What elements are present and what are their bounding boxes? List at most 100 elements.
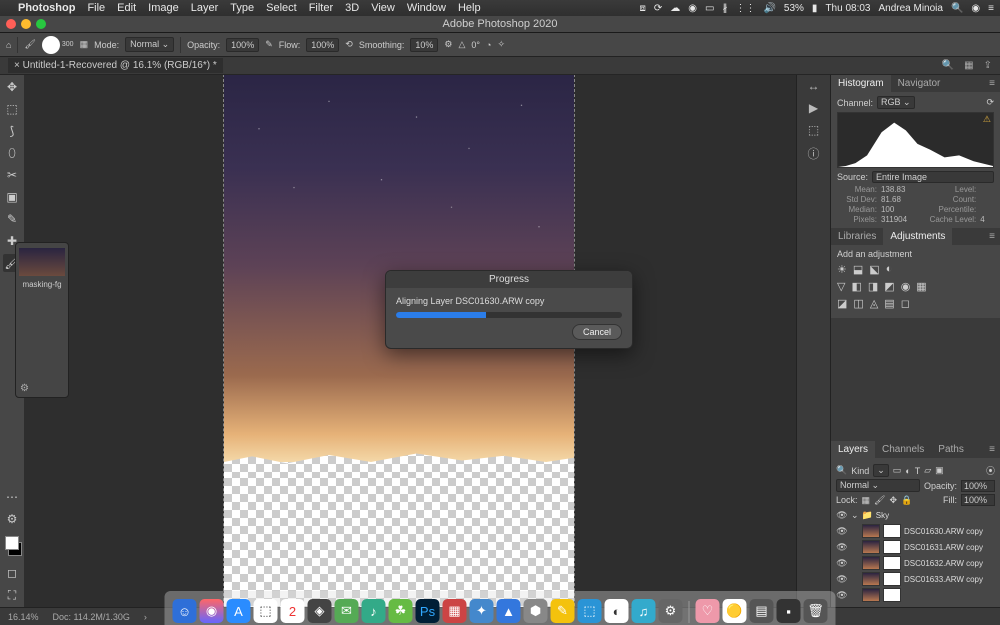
move-tool[interactable]: ✥ bbox=[3, 78, 21, 96]
siri-icon[interactable]: ◉ bbox=[971, 3, 980, 14]
adj-posterize-icon[interactable]: ◫ bbox=[853, 297, 863, 310]
dock-app-3[interactable]: ✉ bbox=[335, 599, 359, 623]
dock-safari[interactable]: ✦ bbox=[470, 599, 494, 623]
menu-edit[interactable]: Edit bbox=[117, 2, 136, 14]
menu-file[interactable]: File bbox=[87, 2, 105, 14]
workspaces-icon[interactable]: ▦ bbox=[964, 60, 973, 71]
layer-opacity-input[interactable] bbox=[961, 480, 995, 492]
dock-calendar[interactable]: 2 bbox=[281, 599, 305, 623]
eyedropper-tool[interactable]: ✎ bbox=[3, 210, 21, 228]
dock-appstore[interactable]: A bbox=[227, 599, 251, 623]
histogram-menu-icon[interactable]: ≡ bbox=[984, 75, 1000, 92]
adj-selective-icon[interactable]: ◻ bbox=[901, 297, 910, 310]
angle-value[interactable]: 0° bbox=[471, 40, 480, 50]
user-name[interactable]: Andrea Minoia bbox=[878, 3, 942, 14]
adj-curves-icon[interactable]: ⬕ bbox=[869, 263, 879, 276]
filter-shape-icon[interactable]: ▱ bbox=[924, 465, 931, 476]
display-icon[interactable]: ▭ bbox=[705, 3, 714, 14]
flow-input[interactable]: 100% bbox=[306, 38, 339, 52]
menu-view[interactable]: View bbox=[371, 2, 395, 14]
lock-paint-icon[interactable]: 🖌 bbox=[874, 495, 885, 506]
fill-input[interactable] bbox=[961, 494, 995, 506]
lock-trans-icon[interactable]: ▦ bbox=[862, 495, 871, 506]
adj-hue-icon[interactable]: ◧ bbox=[851, 280, 861, 293]
opacity-input[interactable]: 100% bbox=[226, 38, 259, 52]
source-select[interactable]: Entire Image bbox=[872, 171, 994, 183]
selection-tool[interactable]: ⬯ bbox=[3, 144, 21, 162]
tab-navigator[interactable]: Navigator bbox=[891, 75, 948, 92]
brush-panel-icon[interactable]: ▦ bbox=[80, 39, 89, 50]
camera-icon[interactable]: ◉ bbox=[688, 3, 697, 14]
layer-item[interactable]: 👁 DSC01632.ARW copy bbox=[836, 555, 995, 571]
visibility-toggle[interactable]: 👁 bbox=[836, 558, 848, 569]
lasso-tool[interactable]: ⟆ bbox=[3, 122, 21, 140]
minimize-button[interactable] bbox=[21, 19, 31, 29]
menu-help[interactable]: Help bbox=[458, 2, 481, 14]
dock-photoshop[interactable]: Ps bbox=[416, 599, 440, 623]
menu-type[interactable]: Type bbox=[230, 2, 254, 14]
dock-app-6[interactable]: ▦ bbox=[443, 599, 467, 623]
dock-app-13[interactable]: ▤ bbox=[750, 599, 774, 623]
panel-gear-icon[interactable]: ⚙ bbox=[20, 383, 29, 394]
tab-adjustments[interactable]: Adjustments bbox=[883, 228, 952, 245]
doc-chevron-icon[interactable]: › bbox=[144, 612, 147, 622]
menu-filter[interactable]: Filter bbox=[309, 2, 333, 14]
frame-tool[interactable]: ▣ bbox=[3, 188, 21, 206]
dock-app-12[interactable]: ♡ bbox=[696, 599, 720, 623]
home-icon[interactable]: ⌂ bbox=[6, 40, 11, 50]
menu-3d[interactable]: 3D bbox=[345, 2, 359, 14]
adjustments-menu-icon[interactable]: ≡ bbox=[984, 228, 1000, 245]
channel-select[interactable]: RGB ⌄ bbox=[877, 96, 915, 109]
document-thumb[interactable] bbox=[19, 248, 65, 276]
crop-tool[interactable]: ✂ bbox=[3, 166, 21, 184]
filter-smart-icon[interactable]: ▣ bbox=[935, 465, 944, 476]
adj-exposure-icon[interactable]: ◐ bbox=[886, 263, 893, 276]
brush-preview[interactable] bbox=[42, 36, 60, 54]
tab-channels[interactable]: Channels bbox=[875, 441, 931, 458]
pressure-opacity-icon[interactable]: ✎ bbox=[265, 39, 273, 50]
tab-libraries[interactable]: Libraries bbox=[831, 228, 883, 245]
share-icon[interactable]: ⇪ bbox=[984, 60, 992, 71]
edit-toolbar[interactable]: ⚙ bbox=[3, 510, 21, 528]
lock-all-icon[interactable]: 🔒 bbox=[901, 495, 912, 506]
smoothing-gear-icon[interactable]: ⚙ bbox=[444, 39, 452, 50]
spotlight-icon[interactable]: 🔍 bbox=[951, 3, 963, 14]
brush-tool-icon[interactable]: 🖌 bbox=[24, 39, 35, 50]
adj-invert-icon[interactable]: ◪ bbox=[837, 297, 847, 310]
dock-finder[interactable]: ☺ bbox=[173, 599, 197, 623]
sync-icon[interactable]: ⟳ bbox=[654, 3, 662, 14]
visibility-toggle[interactable]: 👁 bbox=[836, 542, 848, 553]
layer-item[interactable]: 👁 bbox=[836, 587, 995, 603]
tab-histogram[interactable]: Histogram bbox=[831, 75, 891, 92]
foreground-color[interactable] bbox=[5, 536, 19, 550]
filter-type-icon[interactable]: T bbox=[915, 466, 921, 476]
smoothing-input[interactable]: 10% bbox=[410, 38, 438, 52]
dock-app-11[interactable]: ◐ bbox=[605, 599, 629, 623]
dock-preferences[interactable]: ⚙ bbox=[659, 599, 683, 623]
menu-image[interactable]: Image bbox=[148, 2, 179, 14]
tab-paths[interactable]: Paths bbox=[931, 441, 971, 458]
close-button[interactable] bbox=[6, 19, 16, 29]
panel-icon-4[interactable]: ⓘ bbox=[807, 145, 819, 162]
adj-bw-icon[interactable]: ◩ bbox=[884, 280, 894, 293]
zoom-level[interactable]: 16.14% bbox=[8, 612, 39, 622]
color-swatches[interactable] bbox=[2, 536, 22, 556]
quickmask-toggle[interactable]: ◻ bbox=[3, 564, 21, 582]
dock-app-14[interactable]: ▪ bbox=[777, 599, 801, 623]
maximize-button[interactable] bbox=[36, 19, 46, 29]
bluetooth-icon[interactable]: ∦ bbox=[722, 3, 727, 14]
cancel-button[interactable]: Cancel bbox=[572, 324, 622, 340]
visibility-toggle[interactable]: 👁 bbox=[836, 590, 848, 601]
adj-photo-filter-icon[interactable]: ◉ bbox=[901, 280, 911, 293]
filter-adjust-icon[interactable]: ◐ bbox=[905, 466, 910, 476]
app-name[interactable]: Photoshop bbox=[18, 2, 75, 14]
volume-icon[interactable]: 🔊 bbox=[763, 3, 775, 14]
more-tools[interactable]: ⋯ bbox=[3, 488, 21, 506]
airbrush-icon[interactable]: ⟲ bbox=[345, 39, 353, 50]
wifi-icon[interactable]: ⋮⋮ bbox=[735, 3, 755, 14]
dock-siri[interactable]: ◉ bbox=[200, 599, 224, 623]
notifications-icon[interactable]: ≡ bbox=[988, 3, 994, 14]
floating-panel[interactable]: masking-fg ⚙ bbox=[15, 242, 69, 398]
battery-pct[interactable]: 53% bbox=[784, 3, 804, 14]
dock-chrome[interactable]: 🟡 bbox=[723, 599, 747, 623]
